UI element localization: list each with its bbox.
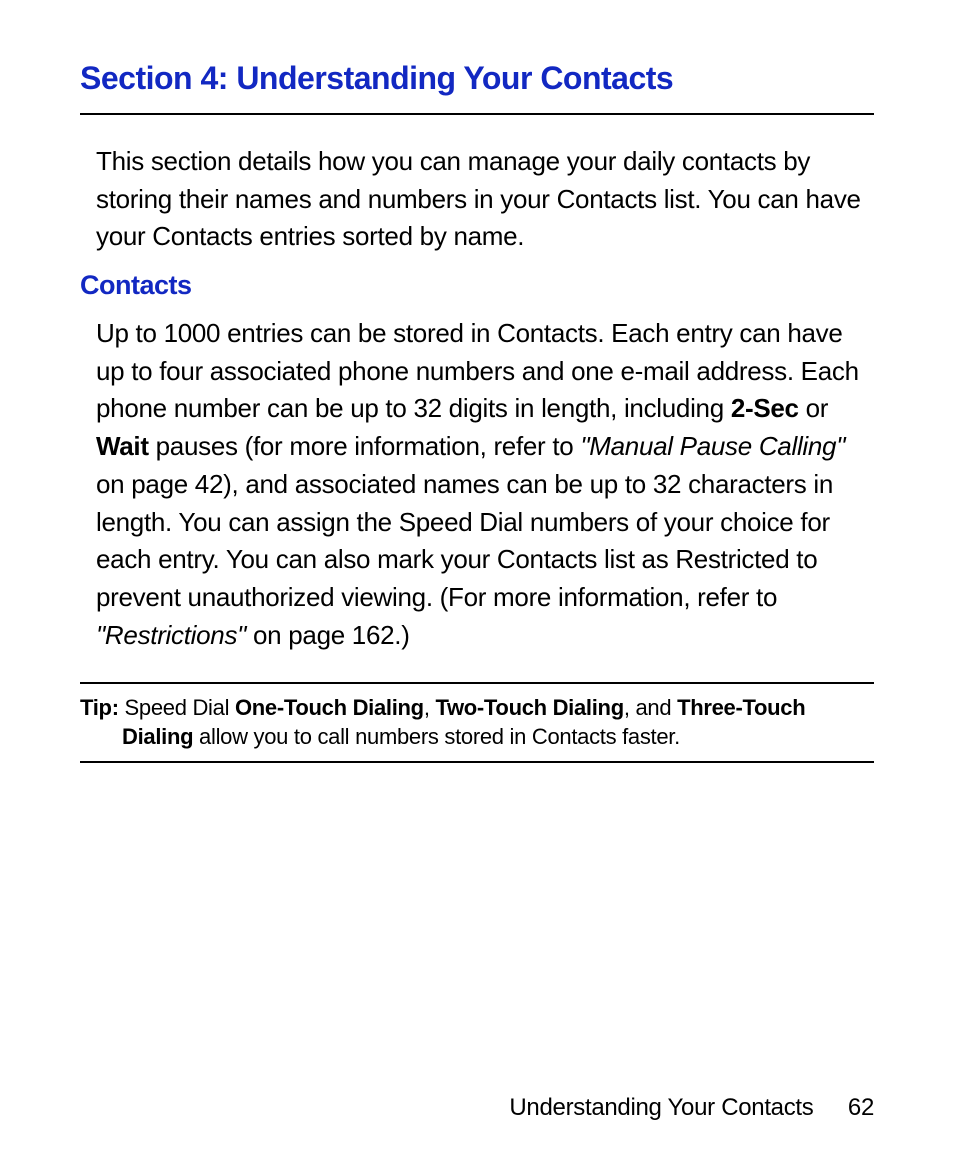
tip-text-part: allow you to call numbers stored in Cont…	[193, 724, 680, 749]
tip-box: Tip: Speed Dial One-Touch Dialing, Two-T…	[80, 682, 874, 763]
tip-paragraph: Tip: Speed Dial One-Touch Dialing, Two-T…	[80, 694, 874, 751]
subsection-title: Contacts	[80, 270, 874, 301]
body-text-part: on page 42), and associated names can be…	[96, 469, 833, 612]
body-bold-2sec: 2-Sec	[731, 393, 799, 423]
body-text-part: pauses (for more information, refer to	[149, 431, 581, 461]
body-italic-restrictions: "Restrictions"	[96, 620, 246, 650]
body-text-part: on page 162.)	[246, 620, 410, 650]
tip-text-part: , and	[624, 695, 677, 720]
intro-paragraph: This section details how you can manage …	[96, 143, 874, 256]
tip-text-part: ,	[424, 695, 436, 720]
page-number: 62	[848, 1094, 874, 1121]
body-bold-wait: Wait	[96, 431, 149, 461]
section-title: Section 4: Understanding Your Contacts	[80, 60, 874, 115]
body-text-part: or	[799, 393, 828, 423]
footer-title: Understanding Your Contacts	[509, 1094, 813, 1121]
body-paragraph: Up to 1000 entries can be stored in Cont…	[96, 315, 874, 654]
body-italic-manual-pause: "Manual Pause Calling"	[580, 431, 845, 461]
tip-bold-two-touch: Two-Touch Dialing	[435, 695, 623, 720]
tip-bold-one-touch: One-Touch Dialing	[235, 695, 424, 720]
tip-label: Tip:	[80, 695, 119, 720]
tip-text-part: Speed Dial	[119, 695, 235, 720]
page-footer: Understanding Your Contacts 62	[509, 1094, 874, 1122]
